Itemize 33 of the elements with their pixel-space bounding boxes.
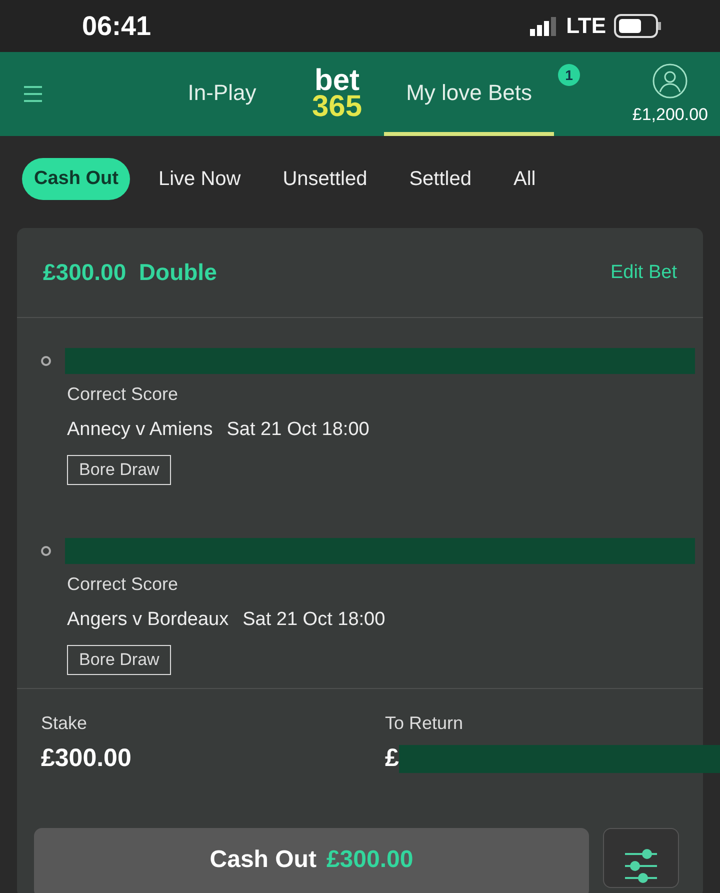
battery-icon bbox=[614, 14, 662, 38]
account-icon[interactable] bbox=[652, 63, 688, 99]
return-amount: £ bbox=[385, 744, 399, 773]
selection-pick: Bore Draw bbox=[67, 645, 172, 675]
menu-icon[interactable] bbox=[22, 83, 44, 105]
nav-tab[interactable]: In-Play bbox=[154, 52, 290, 136]
balance-amount: £1,200.00 bbox=[632, 105, 708, 125]
cash-out-button[interactable]: Cash Out £300.00 bbox=[34, 828, 589, 893]
filter-tab[interactable]: All bbox=[501, 158, 548, 200]
event-name: Angers v Bordeaux bbox=[67, 609, 229, 631]
filter-tab[interactable]: Live Now bbox=[146, 158, 253, 200]
bet-title: £300.00 Double bbox=[43, 259, 217, 286]
return-label: To Return bbox=[385, 713, 464, 734]
selection-dot bbox=[41, 356, 51, 366]
event-time: Sat 21 Oct 18:00 bbox=[242, 609, 386, 631]
count-badge: 1 bbox=[558, 64, 580, 86]
filter-tab[interactable]: Unsettled bbox=[270, 158, 380, 200]
network-label: LTE bbox=[566, 13, 606, 39]
market-name: Correct Score bbox=[67, 384, 178, 405]
logo[interactable]: bet 365 bbox=[290, 52, 384, 136]
stake-amount: £300.00 bbox=[41, 744, 132, 773]
filter-tab[interactable]: Cash Out bbox=[22, 158, 130, 200]
settings-button[interactable] bbox=[603, 828, 679, 888]
signal-icon bbox=[530, 16, 558, 36]
edit-bet-link[interactable]: Edit Bet bbox=[610, 262, 677, 284]
filter-tab[interactable]: Settled bbox=[397, 158, 484, 200]
clock-time: 06:41 bbox=[82, 10, 152, 42]
selection-dot bbox=[41, 546, 51, 556]
market-name: Correct Score bbox=[67, 574, 178, 595]
selection-pick: Bore Draw bbox=[67, 455, 172, 485]
stake-label: Stake bbox=[41, 713, 88, 734]
event-name: Annecy v Amiens bbox=[67, 419, 213, 441]
event-time: Sat 21 Oct 18:00 bbox=[226, 419, 370, 441]
